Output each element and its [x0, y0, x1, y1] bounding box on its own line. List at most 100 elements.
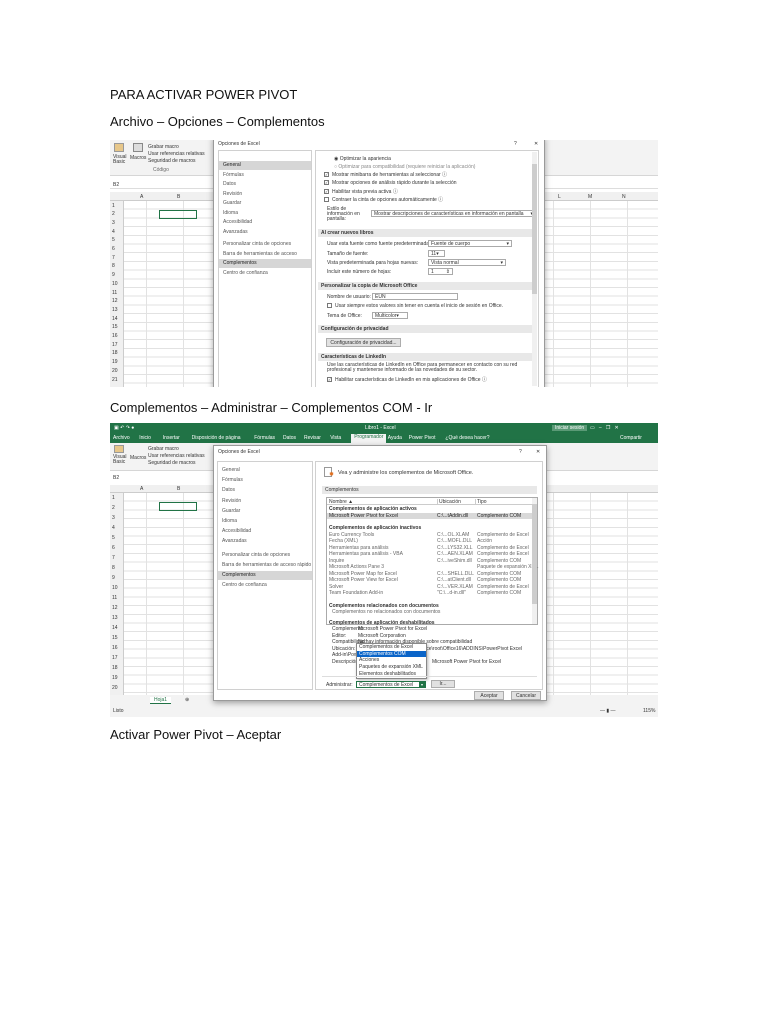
- manage-option[interactable]: Complementos de Excel: [357, 644, 426, 651]
- row-header[interactable]: 11: [112, 290, 117, 296]
- row-header[interactable]: 5: [112, 535, 115, 541]
- nav-item[interactable]: Guardar: [218, 507, 312, 516]
- manage-options-list[interactable]: Complementos de Excel Complementos COM Acc…: [356, 643, 427, 679]
- relative-refs-button[interactable]: Usar referencias relativas: [148, 151, 205, 157]
- nav-item[interactable]: General: [219, 161, 311, 170]
- zoom-slider[interactable]: — ▮ —: [600, 708, 616, 714]
- nav-item[interactable]: Complementos: [219, 259, 311, 268]
- row-header[interactable]: 4: [112, 229, 115, 235]
- manage-option[interactable]: Paquetes de expansión XML: [357, 664, 426, 671]
- nav-item[interactable]: General: [218, 466, 312, 475]
- ribbon-tab[interactable]: Inicio: [139, 435, 151, 441]
- column-header[interactable]: M: [588, 194, 592, 200]
- row-header[interactable]: 11: [112, 595, 117, 601]
- window-controls[interactable]: ▭ – ❐ ✕: [590, 425, 619, 431]
- nav-item[interactable]: Guardar: [219, 199, 311, 208]
- nav-item[interactable]: Centro de confianza: [218, 581, 312, 590]
- row-header[interactable]: 19: [112, 675, 118, 681]
- column-header[interactable]: A: [140, 194, 143, 200]
- view-dropdown[interactable]: Vista normal ▾: [428, 259, 506, 266]
- ribbon-tab[interactable]: Power Pivot: [409, 435, 436, 441]
- record-macro-button[interactable]: Grabar macro: [148, 144, 179, 150]
- addin-row[interactable]: Complementos no relacionados con documen…: [327, 609, 532, 616]
- column-header[interactable]: N: [622, 194, 626, 200]
- row-header[interactable]: 8: [112, 565, 115, 571]
- nav-item[interactable]: Centro de confianza: [219, 269, 311, 278]
- nav-item[interactable]: Personalizar cinta de opciones: [218, 551, 312, 560]
- close-icon[interactable]: ✕: [534, 141, 538, 147]
- manage-option[interactable]: Complementos COM: [357, 650, 426, 658]
- row-header[interactable]: 13: [112, 615, 118, 621]
- macro-security-button[interactable]: Seguridad de macros: [148, 158, 196, 164]
- row-header[interactable]: 3: [112, 515, 115, 521]
- nav-item[interactable]: Barra de herramientas de acceso rápido: [219, 250, 311, 266]
- column-header-name[interactable]: Nombre ▲: [329, 499, 353, 505]
- row-header[interactable]: 2: [112, 211, 115, 217]
- row-header[interactable]: 15: [112, 635, 118, 641]
- row-header[interactable]: 15: [112, 324, 118, 330]
- ribbon-tab[interactable]: Datos: [283, 435, 296, 441]
- nav-item[interactable]: Avanzadas: [218, 537, 312, 546]
- nav-item[interactable]: Idioma: [218, 517, 312, 526]
- visual-basic-button[interactable]: Visual Basic: [113, 155, 127, 165]
- row-header[interactable]: 16: [112, 333, 118, 339]
- sheets-stepper[interactable]: 1 ⇕: [428, 268, 453, 275]
- row-header[interactable]: 9: [112, 272, 115, 278]
- column-header[interactable]: A: [140, 486, 143, 492]
- table-scrollbar[interactable]: [532, 498, 537, 624]
- ribbon-tab[interactable]: Insertar: [163, 435, 180, 441]
- ribbon-tab[interactable]: Fórmulas: [254, 435, 275, 441]
- general-checkbox[interactable]: ✓ Habilitar vista previa activa ⓘ: [324, 188, 457, 196]
- add-sheet-icon[interactable]: ⊕: [185, 697, 189, 703]
- row-header[interactable]: 14: [112, 625, 118, 631]
- row-header[interactable]: 19: [112, 359, 118, 365]
- row-header[interactable]: 18: [112, 350, 118, 356]
- row-header[interactable]: 3: [112, 220, 115, 226]
- manage-dropdown[interactable]: Complementos de Excel ▾: [356, 681, 426, 688]
- selected-cell-b2[interactable]: [159, 210, 197, 219]
- row-header[interactable]: 20: [112, 368, 118, 374]
- nav-item[interactable]: Accesibilidad: [219, 218, 311, 227]
- name-box[interactable]: B2: [113, 475, 119, 481]
- general-checkbox[interactable]: ✓ Mostrar opciones de análisis rápido dur…: [324, 179, 457, 187]
- nav-item[interactable]: Revisión: [219, 190, 311, 199]
- row-header[interactable]: 10: [112, 281, 118, 287]
- row-header[interactable]: 5: [112, 237, 115, 243]
- nav-item[interactable]: Datos: [219, 180, 311, 189]
- nav-item[interactable]: Revisión: [218, 497, 312, 506]
- nav-item[interactable]: Avanzadas: [219, 228, 311, 237]
- general-checkbox[interactable]: ✓ Mostrar minibarra de herramientas al se…: [324, 171, 457, 179]
- ribbon-tab[interactable]: Vista: [330, 435, 341, 441]
- row-header[interactable]: 6: [112, 545, 115, 551]
- scrollbar[interactable]: [532, 152, 537, 386]
- macros-button[interactable]: Macros: [130, 155, 146, 161]
- addin-row[interactable]: Microsoft Power Pivot for Excel C:\...tAd…: [327, 512, 532, 519]
- nav-item[interactable]: Fórmulas: [219, 171, 311, 180]
- record-macro-button[interactable]: Grabar macro: [148, 446, 179, 452]
- selected-cell-b2[interactable]: [159, 502, 197, 511]
- column-header[interactable]: B: [177, 486, 180, 492]
- go-button[interactable]: Ir...: [431, 680, 455, 688]
- style-dropdown[interactable]: Mostrar descripciones de características…: [371, 210, 536, 217]
- ribbon-tab[interactable]: Disposición de página: [192, 435, 241, 441]
- zoom-level[interactable]: 115%: [643, 708, 655, 714]
- size-dropdown[interactable]: 11▾: [428, 250, 445, 257]
- row-header[interactable]: 4: [112, 525, 115, 531]
- row-header[interactable]: 7: [112, 255, 115, 261]
- ribbon-tab[interactable]: Revisar: [304, 435, 321, 441]
- row-header[interactable]: 14: [112, 316, 118, 322]
- row-header[interactable]: 18: [112, 665, 118, 671]
- help-button[interactable]: ?: [519, 449, 522, 455]
- row-header[interactable]: 12: [112, 298, 118, 304]
- username-input[interactable]: EUN: [372, 293, 458, 300]
- nav-item[interactable]: Barra de herramientas de acceso rápido: [218, 561, 312, 570]
- row-header[interactable]: 17: [112, 342, 118, 348]
- row-header[interactable]: 16: [112, 645, 118, 651]
- help-button[interactable]: ?: [514, 141, 517, 147]
- column-header-location[interactable]: Ubicación: [437, 499, 461, 505]
- row-header[interactable]: 1: [112, 495, 115, 501]
- row-header[interactable]: 1: [112, 203, 115, 209]
- opt-appearance-radio[interactable]: ◉ Optimizar la apariencia: [334, 156, 391, 162]
- ribbon-tab[interactable]: Ayuda: [388, 435, 402, 441]
- opt-compat-radio[interactable]: ○ Optimizar para compatibilidad (requier…: [334, 164, 475, 170]
